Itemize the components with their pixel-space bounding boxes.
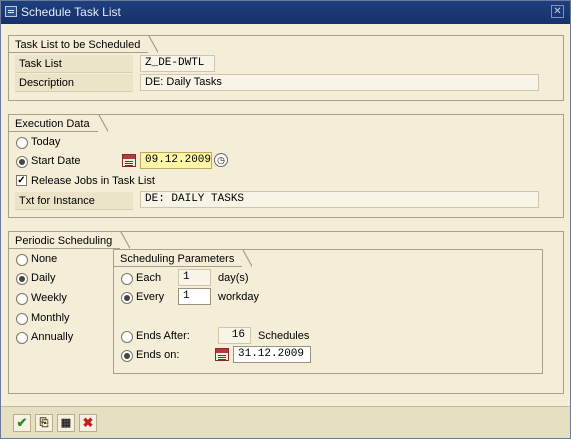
ends-after-radio[interactable]: Ends After: [118, 328, 190, 344]
task-list-group-title: Task List to be Scheduled [8, 35, 159, 53]
release-jobs-label: Release Jobs in Task List [31, 175, 155, 187]
schedule-task-list-dialog: Schedule Task List ✕ Task List to be Sch… [0, 0, 571, 439]
dialog-icon [5, 6, 17, 17]
ends-on-radio[interactable]: Ends on: [118, 347, 179, 363]
ends-after-field: 16 [218, 327, 251, 344]
ends-on-date-input[interactable]: 31.12.2009 [233, 346, 311, 363]
calendar-icon[interactable] [122, 154, 136, 167]
description-label: Description [15, 74, 133, 92]
close-icon[interactable]: ✕ [551, 5, 564, 18]
save-variant-icon[interactable]: ▦ [57, 414, 75, 432]
period-none-radio[interactable]: None [13, 251, 57, 267]
checkbox-checked-icon: ✓ [16, 175, 27, 186]
instance-field: DE: DAILY TASKS [140, 191, 539, 208]
every-workday-input[interactable]: 1 [178, 288, 211, 305]
start-date-radio[interactable]: Start Date [13, 153, 81, 169]
every-unit-label: workday [218, 291, 259, 303]
task-list-field: Z_DE-DWTL [140, 55, 215, 72]
periodic-scheduling-group-title: Periodic Scheduling [8, 231, 131, 249]
task-list-label: Task List [15, 55, 133, 73]
confirm-icon[interactable]: ✔ [13, 414, 31, 432]
description-field: DE: Daily Tasks [140, 74, 539, 91]
period-daily-radio[interactable]: Daily [13, 270, 55, 286]
each-unit-label: day(s) [218, 272, 249, 284]
today-radio[interactable]: Today [13, 134, 60, 150]
each-radio[interactable]: Each [118, 270, 161, 286]
cancel-icon[interactable]: ✖ [79, 414, 97, 432]
period-monthly-radio[interactable]: Monthly [13, 310, 70, 326]
schedule-icon[interactable]: ⎘ [35, 414, 53, 432]
date-picker-icon[interactable]: ◷ [214, 153, 228, 167]
dialog-title: Schedule Task List [21, 5, 121, 19]
start-date-input[interactable]: 09.12.2009 [140, 152, 212, 169]
release-jobs-checkbox[interactable]: ✓ Release Jobs in Task List [13, 173, 155, 189]
periodic-scheduling-group: Periodic Scheduling None Daily Weekly Mo… [8, 231, 564, 394]
scheduling-parameters-title: Scheduling Parameters [113, 249, 253, 267]
ends-after-unit-label: Schedules [258, 330, 310, 342]
each-days-field: 1 [178, 269, 211, 286]
task-list-group: Task List to be Scheduled Task List Z_DE… [8, 35, 564, 101]
every-radio[interactable]: Every [118, 289, 164, 305]
period-annually-radio[interactable]: Annually [13, 329, 73, 345]
scheduling-parameters-group: Scheduling Parameters Each 1 day(s) Ever… [113, 249, 543, 374]
instance-label: Txt for Instance [15, 192, 133, 210]
calendar-icon[interactable] [215, 348, 229, 361]
period-weekly-radio[interactable]: Weekly [13, 290, 67, 306]
title-bar: Schedule Task List ✕ [1, 1, 570, 24]
dialog-toolbar: ✔ ⎘ ▦ ✖ [1, 406, 570, 438]
execution-data-group: Execution Data Today Start Date 09.12.20… [8, 114, 564, 218]
execution-data-group-title: Execution Data [8, 114, 108, 132]
